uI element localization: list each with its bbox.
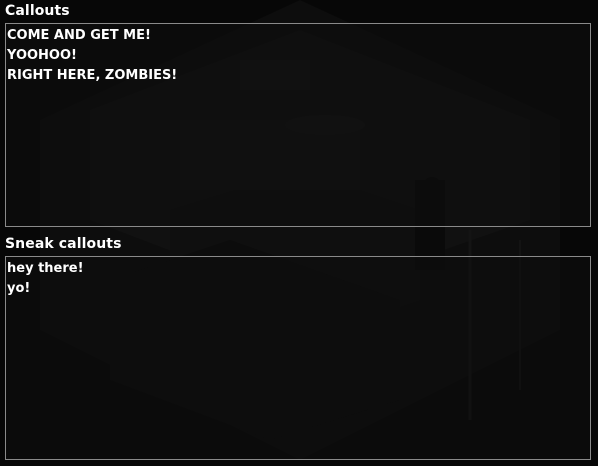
- callout-line: YOOHOO!: [7, 48, 77, 63]
- sneak-callout-line: yo!: [7, 281, 31, 296]
- sneak-callouts-label: Sneak callouts: [5, 236, 122, 252]
- callouts-label: Callouts: [5, 3, 70, 19]
- sneak-callouts-text-field[interactable]: hey there! yo!: [5, 256, 591, 460]
- callouts-text-field[interactable]: COME AND GET ME! YOOHOO! RIGHT HERE, ZOM…: [5, 23, 591, 227]
- sneak-callout-line: hey there!: [7, 261, 84, 276]
- callout-line: RIGHT HERE, ZOMBIES!: [7, 68, 178, 83]
- callout-line: COME AND GET ME!: [7, 28, 151, 43]
